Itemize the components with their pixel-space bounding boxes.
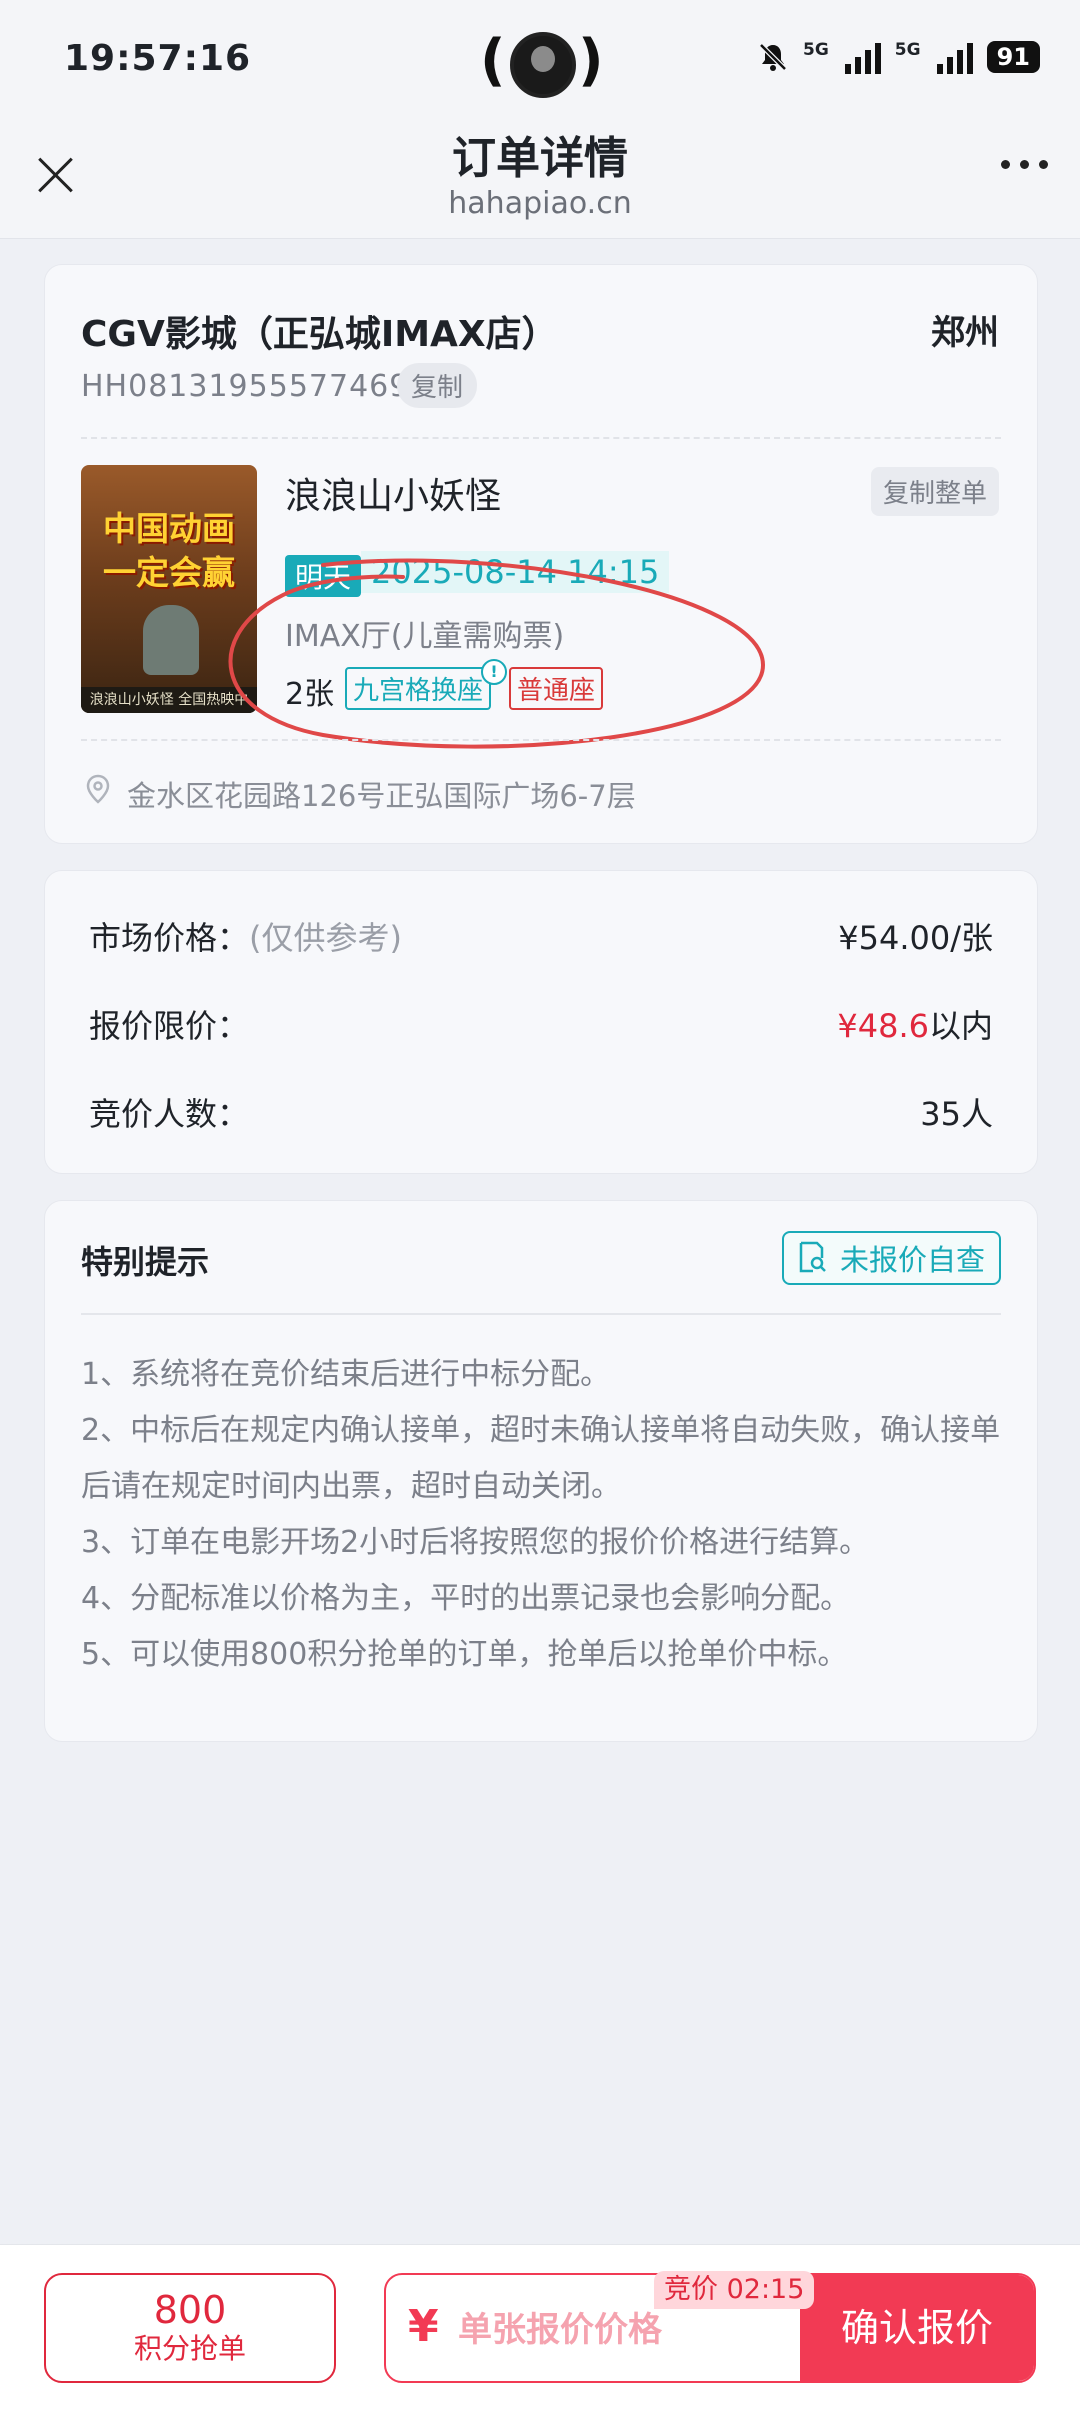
location-pin-icon bbox=[86, 774, 110, 804]
tips-card: 特别提示 未报价自查 1、系统将在竞价结束后进行中标分配。 2、中标后在规定内确… bbox=[44, 1200, 1038, 1742]
tip-item: 4、分配标准以价格为主，平时的出票记录也会影响分配。 bbox=[81, 1581, 851, 1616]
bottom-action-bar: 800 积分抢单 ¥ 确认报价 竞价 02:15 bbox=[0, 2244, 1080, 2413]
cinema-name: CGV影城（正弘城IMAX店） bbox=[81, 314, 558, 355]
self-check-label: 未报价自查 bbox=[839, 1243, 985, 1277]
order-number: HH081319555774693 bbox=[81, 369, 430, 404]
tip-item: 3、订单在电影开场2小时后将按照您的报价价格进行结算。 bbox=[81, 1525, 870, 1560]
copy-all-button[interactable]: 复制整单 bbox=[870, 467, 999, 516]
currency-symbol: ¥ bbox=[408, 2301, 439, 2352]
bid-countdown-badge: 竞价 02:15 bbox=[654, 2271, 815, 2309]
tips-list: 1、系统将在竞价结束后进行中标分配。 2、中标后在规定内确认接单，超时未确认接单… bbox=[81, 1347, 1007, 1683]
bidders-label: 竞价人数： bbox=[89, 1095, 250, 1133]
points-grab-button[interactable]: 800 积分抢单 bbox=[44, 2273, 336, 2383]
divider bbox=[81, 437, 1001, 439]
tip-item: 5、可以使用800积分抢单的订单，抢单后以抢单价中标。 bbox=[81, 1637, 848, 1672]
status-icons: 5G 5G 91 bbox=[757, 40, 1040, 74]
right-paren-glyph: ) bbox=[578, 28, 604, 93]
signal-icon bbox=[844, 40, 881, 74]
market-price-note: (仅供参考) bbox=[249, 919, 402, 957]
points-label: 积分抢单 bbox=[133, 2332, 246, 2365]
status-time: 19:57:16 bbox=[64, 38, 252, 79]
confirm-bid-button[interactable]: 确认报价 bbox=[800, 2275, 1034, 2381]
price-limit-value: ¥48.6以内 bbox=[837, 1007, 993, 1045]
page-title: 订单详情 bbox=[452, 133, 628, 184]
city-label: 郑州 bbox=[931, 313, 999, 353]
bell-muted-icon bbox=[759, 43, 787, 71]
tips-title: 特别提示 bbox=[81, 1243, 210, 1281]
nav-header: 订单详情 hahapiao.cn bbox=[0, 120, 1080, 239]
document-search-icon bbox=[799, 1241, 826, 1273]
movie-title: 浪浪山小妖怪 bbox=[285, 476, 502, 517]
price-limit-label: 报价限价： bbox=[89, 1007, 250, 1045]
poster-figure bbox=[143, 605, 199, 675]
signal-icon-2 bbox=[936, 40, 973, 74]
status-bar: 19:57:16 ( ) 5G 5G 91 bbox=[0, 0, 1080, 120]
avatar bbox=[510, 32, 576, 98]
hand-drawn-circle-annotation bbox=[228, 558, 766, 749]
market-price-label: 市场价格：(仅供参考) bbox=[89, 919, 402, 957]
copy-order-button[interactable]: 复制 bbox=[397, 363, 478, 408]
market-price-value: ¥54.00/张 bbox=[838, 919, 993, 957]
pricing-card: 市场价格：(仅供参考) ¥54.00/张 报价限价： ¥48.6以内 竞价人数：… bbox=[44, 870, 1038, 1174]
divider bbox=[81, 739, 1001, 741]
left-paren-glyph: ( bbox=[480, 28, 506, 93]
self-check-button[interactable]: 未报价自查 bbox=[781, 1231, 1001, 1285]
order-card: CGV影城（正弘城IMAX店） 郑州 HH081319555774693 复制 … bbox=[44, 264, 1038, 844]
battery-icon: 91 bbox=[986, 41, 1040, 73]
network-label-1: 5G bbox=[803, 40, 829, 60]
bidders-value: 35人 bbox=[920, 1095, 993, 1133]
tip-item: 1、系统将在竞价结束后进行中标分配。 bbox=[81, 1357, 611, 1392]
more-menu-icon[interactable] bbox=[1001, 160, 1048, 169]
cinema-address: 金水区花园路126号正弘国际广场6-7层 bbox=[127, 779, 636, 813]
tip-item: 2、中标后在规定内确认接单，超时未确认接单将自动失败，确认接单后请在规定时间内出… bbox=[81, 1413, 1001, 1504]
divider bbox=[81, 1313, 1001, 1315]
network-label-2: 5G bbox=[894, 40, 921, 60]
page-domain: hahapiao.cn bbox=[448, 186, 632, 221]
points-value: 800 bbox=[153, 2288, 227, 2332]
